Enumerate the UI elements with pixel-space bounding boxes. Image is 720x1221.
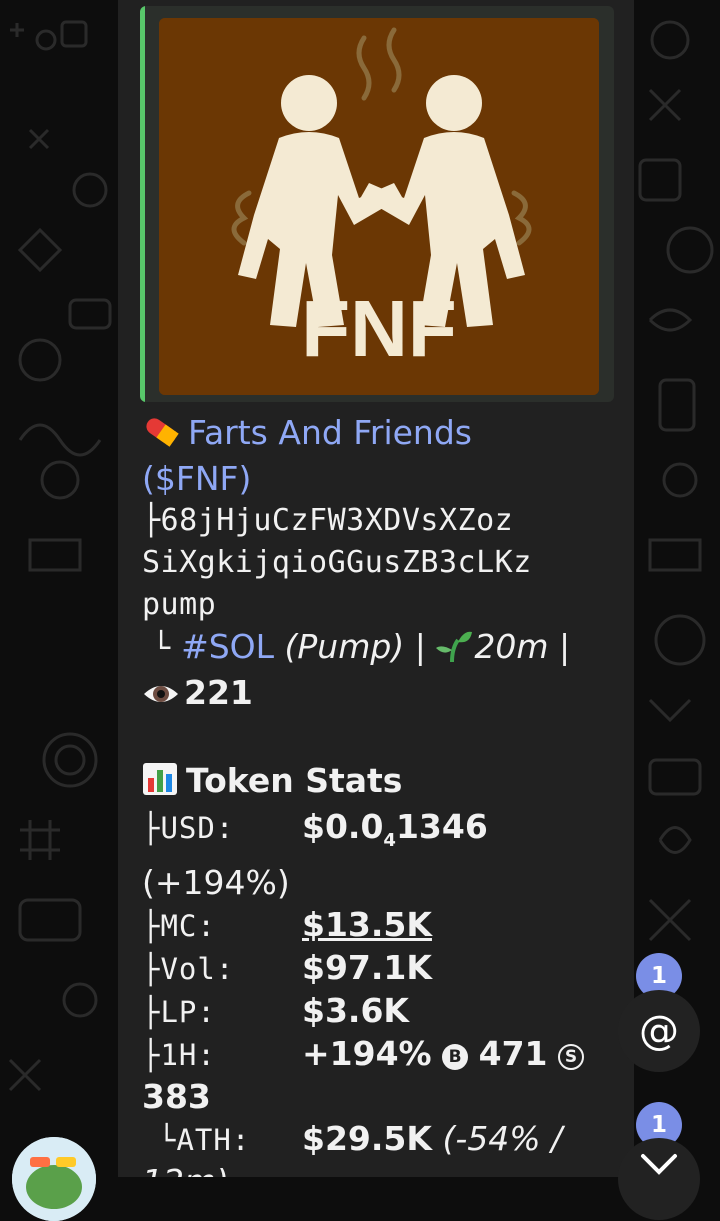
token-stats-heading: Token Stats <box>186 761 403 800</box>
chain-source: (Pump) <box>284 627 405 666</box>
seedling-icon <box>436 630 473 672</box>
message-text: Farts And Friends ($FNF) ├68jHjuCzFW3XDV… <box>142 412 632 1177</box>
usd-value: $0.041346 <box>302 807 488 851</box>
sells-icon: S <box>558 1044 584 1070</box>
buys-count: 471 <box>478 1034 548 1073</box>
image-label: FNF <box>301 284 457 373</box>
mentions-button[interactable]: @ <box>618 990 700 1072</box>
token-age: 20m <box>474 627 549 666</box>
separator: | <box>414 627 426 666</box>
ath-label: └ATH: <box>158 1123 251 1157</box>
eye-icon <box>142 676 180 718</box>
ath-detail: (-54% / <box>442 1119 563 1158</box>
mention-icon: @ <box>639 1008 679 1054</box>
link-preview[interactable]: FNF <box>140 6 614 402</box>
ath-value: $29.5K <box>302 1119 432 1158</box>
contract-address-line-3[interactable]: pump <box>142 584 632 626</box>
vol-value: $97.1K <box>302 948 432 987</box>
tree-connector: └ <box>152 631 171 666</box>
buys-icon: B <box>442 1044 469 1070</box>
usd-value-subscript: 4 <box>383 830 396 851</box>
token-image[interactable]: FNF <box>159 18 599 395</box>
contract-address-line-1[interactable]: ├68jHjuCzFW3XDVsXZoz <box>142 500 632 542</box>
lp-label: ├LP: <box>142 995 216 1029</box>
message-bubble: FNF Farts And Friends ($FNF) ├68jHjuCzFW… <box>118 0 634 1177</box>
usd-value-prefix: $0.0 <box>302 807 384 846</box>
token-name-link[interactable]: Farts And Friends <box>188 413 472 452</box>
separator-2: | <box>558 627 571 666</box>
vol-label: ├Vol: <box>142 952 235 986</box>
contract-address-line-2[interactable]: SiXgkijqioGGusZB3cLKz <box>142 542 632 584</box>
ticker-link[interactable]: ($FNF) <box>142 459 251 498</box>
mc-value-link[interactable]: $13.5K <box>302 905 432 944</box>
sells-count: 383 <box>142 1077 211 1116</box>
h1-change: +194% <box>302 1034 432 1073</box>
scroll-down-button[interactable] <box>618 1138 700 1220</box>
usd-change: (+194%) <box>142 863 290 902</box>
fnf-logo: FNF <box>159 18 599 395</box>
bar-chart-icon <box>142 762 178 806</box>
usd-label: ├USD: <box>142 811 235 845</box>
avatar-image <box>12 1137 96 1221</box>
ath-time: 12m) <box>142 1161 632 1177</box>
usd-value-suffix: 1346 <box>395 807 488 846</box>
pill-icon <box>142 414 180 458</box>
chain-hashtag[interactable]: #SOL <box>181 627 274 666</box>
avatar[interactable] <box>12 1137 96 1221</box>
mc-label: ├MC: <box>142 909 216 943</box>
preview-accent-bar <box>140 6 145 402</box>
chevron-down-icon <box>641 1154 677 1175</box>
lp-value: $3.6K <box>302 991 409 1030</box>
h1-label: ├1H: <box>142 1038 216 1072</box>
watcher-count: 221 <box>184 673 253 712</box>
